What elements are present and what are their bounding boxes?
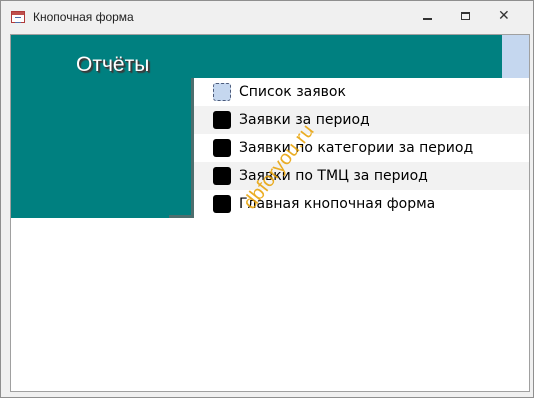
left-panel <box>11 78 191 218</box>
menu-button[interactable] <box>213 111 231 129</box>
form-icon <box>11 11 25 23</box>
maximize-icon <box>461 12 470 20</box>
access-window: Кнопочная форма ✕ Отчёты Список заявок З… <box>0 0 534 398</box>
title-bar[interactable]: Кнопочная форма ✕ <box>1 1 533 34</box>
menu-button[interactable] <box>213 167 231 185</box>
menu-item-requests-period[interactable]: Заявки за период <box>194 106 529 134</box>
menu-item-label[interactable]: Список заявок <box>239 84 346 100</box>
menu-button[interactable] <box>213 195 231 213</box>
page-title: Отчёты <box>76 53 150 76</box>
panel-shadow-bottom <box>169 215 194 218</box>
menu-button[interactable] <box>213 139 231 157</box>
close-button[interactable]: ✕ <box>487 7 521 27</box>
minimize-button[interactable] <box>411 7 445 27</box>
menu-item-requests-tmc[interactable]: Заявки по ТМЦ за период <box>194 162 529 190</box>
close-icon: ✕ <box>498 8 510 24</box>
window-title: Кнопочная форма <box>33 10 134 24</box>
form-header: Отчёты <box>11 35 502 78</box>
header-right-strip <box>502 35 529 78</box>
form-client-area: Отчёты Список заявок Заявки за период За… <box>10 34 530 392</box>
minimize-icon <box>423 18 432 20</box>
maximize-button[interactable] <box>449 7 483 27</box>
menu-item-requests-category[interactable]: Заявки по категории за период <box>194 134 529 162</box>
menu-button[interactable] <box>213 83 231 101</box>
menu-item-list-requests[interactable]: Список заявок <box>194 78 529 106</box>
